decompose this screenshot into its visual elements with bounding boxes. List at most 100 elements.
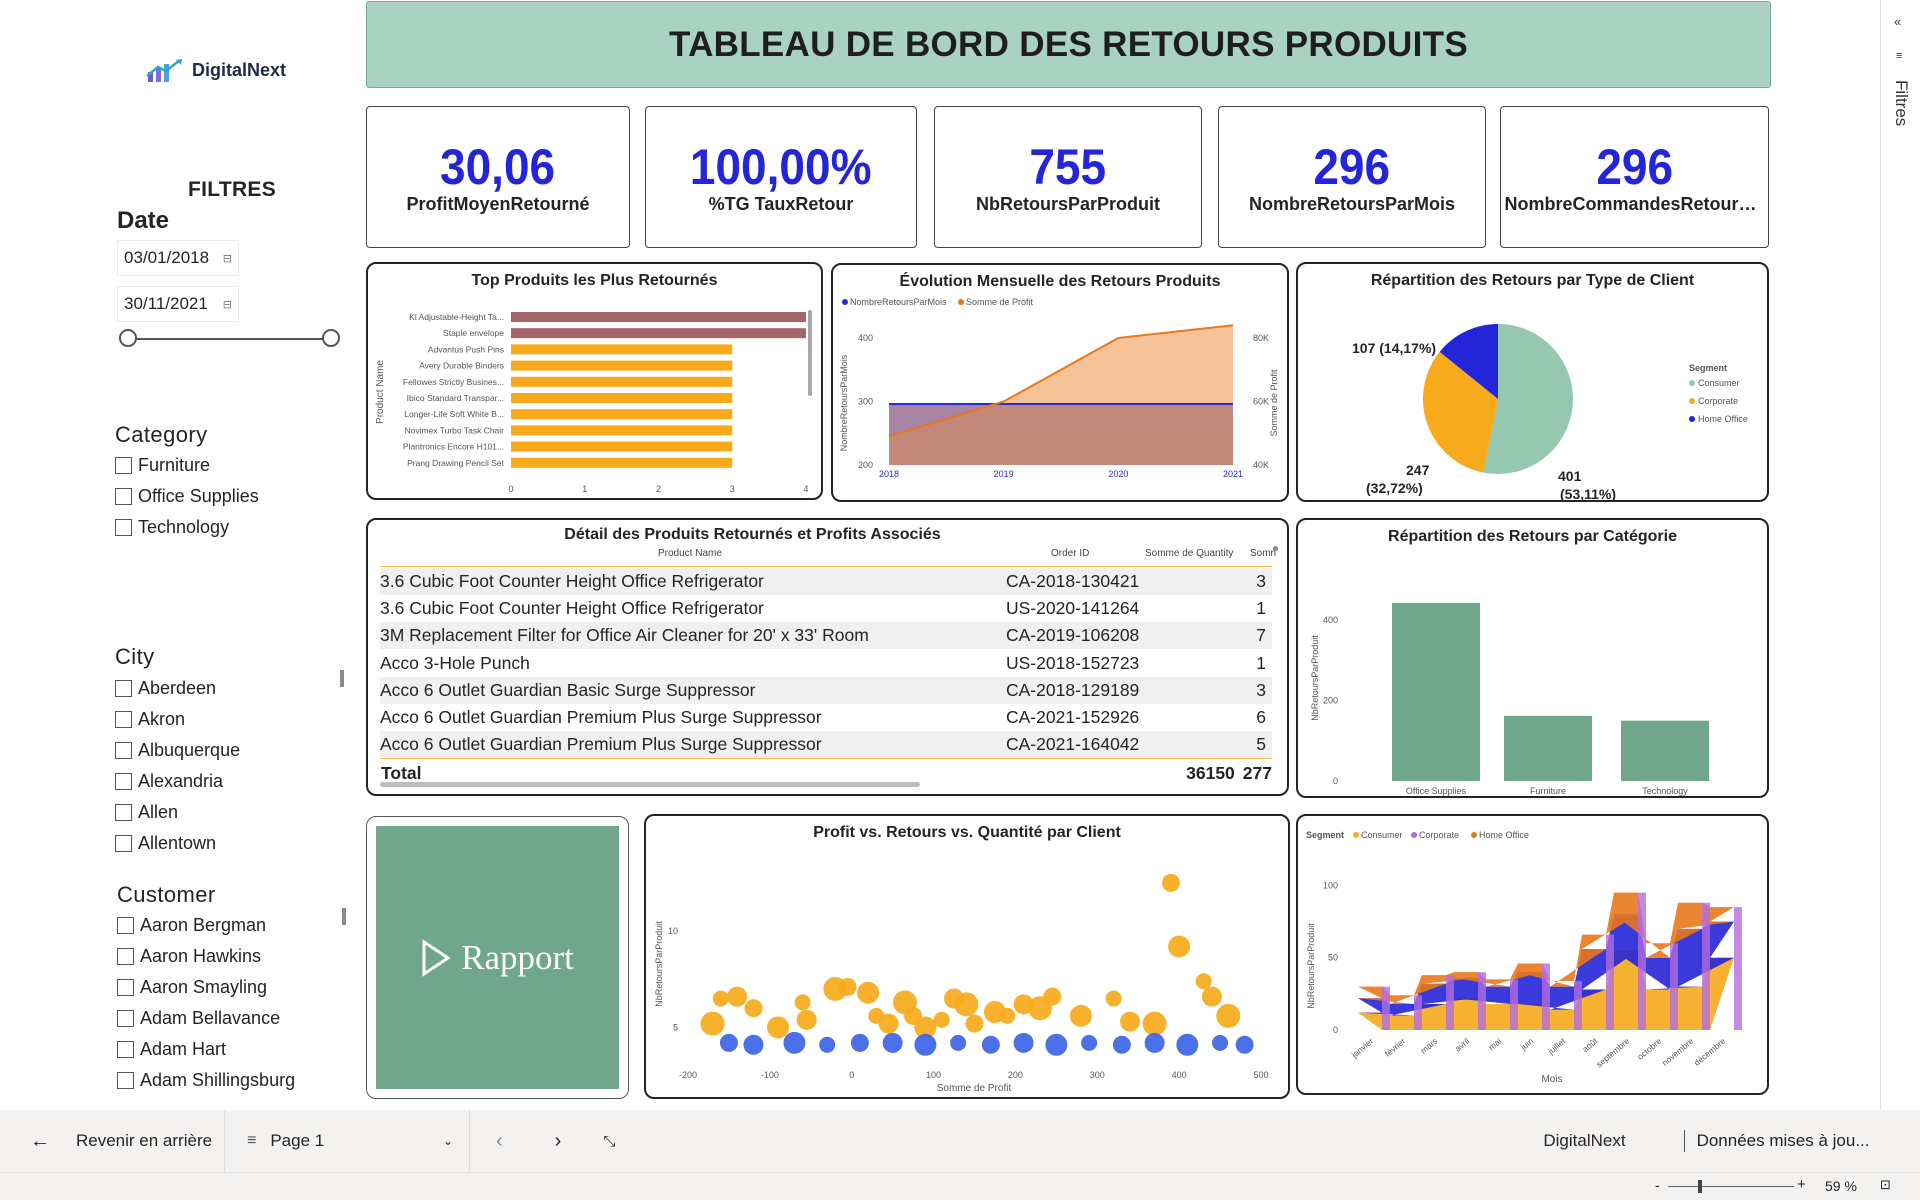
table-row[interactable]: 3.6 Cubic Foot Counter Height Office Ref… (380, 568, 1272, 595)
ribbon-column (1670, 943, 1678, 1030)
customer-option[interactable]: Aaron Bergman (117, 910, 295, 941)
column-header-order[interactable]: Order ID (1051, 548, 1089, 559)
y-axis-label: NbRetoursParProduit (1310, 635, 1320, 721)
filters-pane-label[interactable]: Filtres (1891, 80, 1911, 126)
kpi-value: 296 (1596, 138, 1673, 195)
column-header-quantity[interactable]: Somme de Quantity (1145, 548, 1233, 559)
previous-page-icon[interactable]: ‹ (496, 1130, 503, 1153)
category-option[interactable]: Furniture (115, 450, 259, 481)
date-start-input[interactable]: 03/01/2018 ⊟ (117, 240, 239, 276)
x-tick-label: septembre (1594, 1036, 1631, 1070)
filter-icon[interactable]: ≡ (1896, 50, 1902, 62)
table-row[interactable]: Acco 6 Outlet Guardian Premium Plus Surg… (380, 704, 1272, 731)
kpi-card[interactable]: 296 NombreRetoursParMois (1218, 106, 1486, 248)
checkbox[interactable] (117, 948, 134, 965)
city-option[interactable]: Akron (115, 704, 240, 735)
checkbox[interactable] (117, 1010, 134, 1027)
checkbox[interactable] (115, 835, 132, 852)
city-list-scrollbar[interactable] (340, 670, 344, 687)
checkbox[interactable] (117, 1041, 134, 1058)
checkbox[interactable] (115, 773, 132, 790)
city-option[interactable]: Albuquerque (115, 735, 240, 766)
checkbox[interactable] (115, 457, 132, 474)
table-row[interactable]: 3M Replacement Filter for Office Air Cle… (380, 622, 1272, 650)
legend-label: Somme de Profit (966, 297, 1034, 307)
fit-screen-icon[interactable]: ⊡ (1880, 1177, 1891, 1193)
horizontal-scrollbar[interactable] (380, 782, 920, 787)
checkbox[interactable] (115, 680, 132, 697)
table-row[interactable]: Acco 3-Hole Punch US-2018-152723 1 (380, 649, 1272, 677)
kpi-card[interactable]: 100,00% %TG TauxRetour (645, 106, 917, 248)
workspace-name: DigitalNext (1543, 1131, 1626, 1150)
date-slider-end-handle[interactable] (322, 329, 340, 347)
detail-table-panel[interactable]: Détail des Produits Retournés et Profits… (366, 518, 1289, 796)
date-slider-track[interactable] (128, 338, 332, 340)
checkbox[interactable] (115, 519, 132, 536)
x-tick-label: 300 (1090, 1070, 1105, 1080)
city-option[interactable]: Aberdeen (115, 673, 240, 704)
column-header-product[interactable]: Product Name (658, 548, 722, 559)
zoom-slider-track[interactable] (1668, 1186, 1794, 1187)
customer-option[interactable]: Aaron Hawkins (117, 941, 295, 972)
checkbox[interactable] (117, 917, 134, 934)
zoom-slider-handle[interactable] (1698, 1180, 1702, 1193)
customer-option[interactable]: Adam Hart (117, 1034, 295, 1065)
x-tick-label: mars (1418, 1036, 1439, 1056)
segment-pie-chart-panel[interactable]: Répartition des Retours par Type de Clie… (1296, 262, 1769, 502)
scatter-point (1069, 1004, 1092, 1027)
y-tick-label: Avery Durable Binders (419, 361, 504, 371)
zoom-in-icon[interactable]: + (1797, 1176, 1806, 1193)
report-button[interactable]: Rapport (376, 826, 619, 1089)
table-row[interactable]: 3.6 Cubic Foot Counter Height Office Ref… (380, 595, 1272, 623)
kpi-label: NombreRetoursParMois (1248, 193, 1456, 214)
city-option[interactable]: Allentown (115, 828, 240, 859)
scatter-point (1201, 986, 1222, 1007)
monthly-returns-chart-panel[interactable]: Évolution Mensuelle des Retours Produits… (831, 263, 1289, 502)
category-chart-panel[interactable]: Répartition des Retours par Catégorie Nb… (1296, 518, 1769, 798)
fit-to-page-icon[interactable]: ⤡ (603, 1133, 615, 1150)
top-products-chart-panel[interactable]: Top Produits les Plus Retournés Product … (366, 262, 823, 500)
x-tick-label: -200 (679, 1070, 697, 1080)
ribbon-chart-panel[interactable]: Segment Consumer Corporate Home Office 100 50… (1296, 814, 1769, 1095)
page-selector[interactable]: ≡ Page 1 ⌄ (225, 1110, 470, 1172)
cell-order-id: US-2020-141264 (1006, 598, 1140, 619)
data-label: (32,72%) (1366, 480, 1423, 496)
checkbox[interactable] (115, 804, 132, 821)
city-option[interactable]: Alexandria (115, 766, 240, 797)
category-option[interactable]: Technology (115, 512, 259, 543)
expand-icon[interactable]: « (1894, 14, 1901, 29)
zoom-out-icon[interactable]: - (1655, 1177, 1660, 1193)
x-tick-label: novembre (1660, 1036, 1696, 1068)
customer-option[interactable]: Adam Shillingsburg (117, 1065, 295, 1096)
checkbox[interactable] (117, 1072, 134, 1089)
category-filter-list: Furniture Office Supplies Technology (115, 450, 259, 543)
customer-list-scrollbar[interactable] (342, 908, 346, 925)
kpi-card[interactable]: 296 NombreCommandesRetourn... (1500, 106, 1769, 248)
date-slider-start-handle[interactable] (119, 329, 137, 347)
calendar-icon[interactable]: ⊟ (223, 298, 232, 311)
column-header-profit[interactable]: Somn (1250, 548, 1276, 559)
scatter-point (712, 990, 729, 1007)
checkbox[interactable] (117, 979, 134, 996)
chart-title: Profit vs. Retours vs. Quantité par Clie… (813, 824, 1121, 841)
next-page-icon[interactable]: › (555, 1130, 562, 1153)
scatter-point (783, 1031, 806, 1054)
data-updated-label[interactable]: Données mises à jou... (1683, 1130, 1869, 1152)
kpi-card[interactable]: 30,06 ProfitMoyenRetourné (366, 106, 630, 248)
city-option[interactable]: Allen (115, 797, 240, 828)
checkbox[interactable] (115, 711, 132, 728)
scatter-point (819, 1036, 836, 1053)
scatter-point (1195, 973, 1212, 990)
category-option[interactable]: Office Supplies (115, 481, 259, 512)
calendar-icon[interactable]: ⊟ (223, 252, 232, 265)
table-row[interactable]: Acco 6 Outlet Guardian Basic Surge Suppr… (380, 676, 1272, 704)
checkbox[interactable] (115, 488, 132, 505)
customer-option[interactable]: Adam Bellavance (117, 1003, 295, 1034)
date-end-input[interactable]: 30/11/2021 ⊟ (117, 286, 239, 322)
table-row[interactable]: Acco 6 Outlet Guardian Premium Plus Surg… (380, 731, 1272, 759)
kpi-card[interactable]: 755 NbRetoursParProduit (934, 106, 1202, 248)
checkbox[interactable] (115, 742, 132, 759)
back-button[interactable]: ← Revenir en arrière (0, 1110, 225, 1172)
customer-option[interactable]: Aaron Smayling (117, 972, 295, 1003)
scatter-chart-panel[interactable]: Profit vs. Retours vs. Quantité par Clie… (644, 814, 1290, 1099)
